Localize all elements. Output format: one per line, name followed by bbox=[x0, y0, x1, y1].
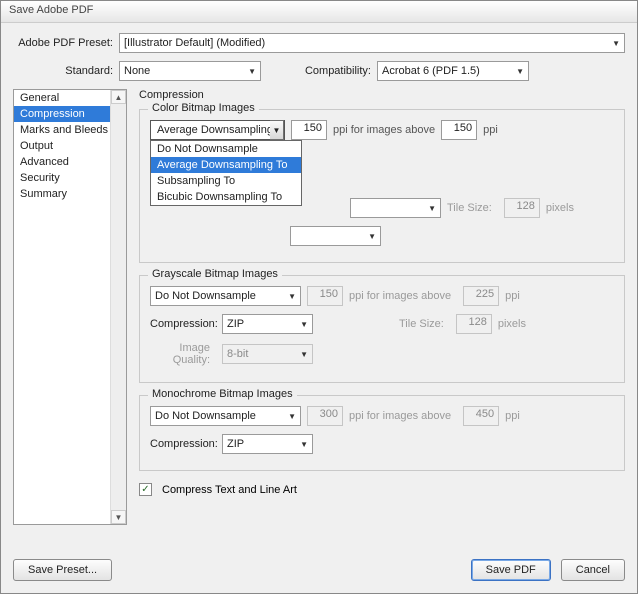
label: ppi for images above bbox=[333, 124, 435, 136]
color-compression-select[interactable]: ▼ bbox=[350, 198, 441, 218]
compression-label: Compression: bbox=[150, 438, 210, 450]
tile-label: Tile Size: bbox=[399, 318, 444, 330]
mono-bitmap-group: Monochrome Bitmap Images Do Not Downsamp… bbox=[139, 395, 625, 471]
label: ppi bbox=[505, 410, 520, 422]
gray-bitmap-group: Grayscale Bitmap Images Do Not Downsampl… bbox=[139, 275, 625, 383]
chevron-down-icon: ▼ bbox=[428, 204, 436, 213]
section-title: Compression bbox=[139, 89, 625, 101]
save-pdf-button[interactable]: Save PDF bbox=[471, 559, 551, 581]
label: ppi for images above bbox=[349, 290, 451, 302]
tile-label: Tile Size: bbox=[447, 202, 492, 214]
label: pixels bbox=[498, 318, 526, 330]
color-dpi-input[interactable]: 150 bbox=[291, 120, 327, 140]
gray-above-input: 225 bbox=[463, 286, 499, 306]
standard-select[interactable]: None▼ bbox=[119, 61, 261, 81]
compress-text-label: Compress Text and Line Art bbox=[162, 484, 297, 496]
cancel-button[interactable]: Cancel bbox=[561, 559, 625, 581]
color-quality-select[interactable]: ▼ bbox=[290, 226, 381, 246]
category-list[interactable]: General Compression Marks and Bleeds Out… bbox=[13, 89, 127, 525]
color-tile-input: 128 bbox=[504, 198, 540, 218]
gray-compression-select[interactable]: ZIP▼ bbox=[222, 314, 313, 334]
chevron-down-icon: ▼ bbox=[300, 350, 308, 359]
gray-quality-select: 8-bit▼ bbox=[222, 344, 313, 364]
titlebar: Save Adobe PDF bbox=[1, 1, 637, 23]
legend: Monochrome Bitmap Images bbox=[148, 388, 297, 400]
color-bitmap-group: Color Bitmap Images Average Downsampling… bbox=[139, 109, 625, 263]
dropdown-option[interactable]: Bicubic Downsampling To bbox=[151, 189, 301, 205]
window-title: Save Adobe PDF bbox=[9, 4, 93, 16]
compat-label: Compatibility: bbox=[281, 65, 371, 77]
checkbox-icon[interactable]: ✓ bbox=[139, 483, 152, 496]
chevron-down-icon: ▼ bbox=[368, 232, 376, 241]
scroll-down-icon[interactable]: ▼ bbox=[111, 510, 126, 524]
mono-compression-select[interactable]: ZIP▼ bbox=[222, 434, 313, 454]
chevron-down-icon: ▼ bbox=[270, 120, 284, 140]
gray-downsample-select[interactable]: Do Not Downsample▼ bbox=[150, 286, 301, 306]
chevron-down-icon: ▼ bbox=[288, 292, 296, 301]
gray-tile-input: 128 bbox=[456, 314, 492, 334]
chevron-down-icon: ▼ bbox=[516, 67, 524, 76]
preset-select[interactable]: [Illustrator Default] (Modified)▼ bbox=[119, 33, 625, 53]
save-preset-button[interactable]: Save Preset... bbox=[13, 559, 112, 581]
legend: Color Bitmap Images bbox=[148, 102, 259, 114]
scrollbar[interactable]: ▲▼ bbox=[110, 90, 126, 524]
dropdown-option[interactable]: Subsampling To bbox=[151, 173, 301, 189]
mono-downsample-select[interactable]: Do Not Downsample▼ bbox=[150, 406, 301, 426]
standard-label: Standard: bbox=[13, 65, 113, 77]
chevron-down-icon: ▼ bbox=[300, 440, 308, 449]
label: ppi for images above bbox=[349, 410, 451, 422]
compat-select[interactable]: Acrobat 6 (PDF 1.5)▼ bbox=[377, 61, 529, 81]
label: ppi bbox=[505, 290, 520, 302]
gray-dpi-input: 150 bbox=[307, 286, 343, 306]
chevron-down-icon: ▼ bbox=[300, 320, 308, 329]
label: ppi bbox=[483, 124, 498, 136]
dropdown-option[interactable]: Average Downsampling To bbox=[151, 157, 301, 173]
chevron-down-icon: ▼ bbox=[288, 412, 296, 421]
label: pixels bbox=[546, 202, 574, 214]
color-downsample-select[interactable]: Average Downsampling To ▼ Do Not Downsam… bbox=[150, 120, 285, 140]
chevron-down-icon: ▼ bbox=[612, 39, 620, 48]
quality-label: Image Quality: bbox=[150, 342, 210, 366]
compression-label: Compression: bbox=[150, 318, 210, 330]
chevron-down-icon: ▼ bbox=[248, 67, 256, 76]
mono-dpi-input: 300 bbox=[307, 406, 343, 426]
color-above-input[interactable]: 150 bbox=[441, 120, 477, 140]
preset-label: Adobe PDF Preset: bbox=[13, 37, 113, 49]
legend: Grayscale Bitmap Images bbox=[148, 268, 282, 280]
scroll-up-icon[interactable]: ▲ bbox=[111, 90, 126, 104]
save-pdf-dialog: Save Adobe PDF Adobe PDF Preset: [Illust… bbox=[0, 0, 638, 594]
dropdown-menu: Do Not Downsample Average Downsampling T… bbox=[150, 140, 302, 206]
mono-above-input: 450 bbox=[463, 406, 499, 426]
dropdown-option[interactable]: Do Not Downsample bbox=[151, 141, 301, 157]
compress-text-row[interactable]: ✓ Compress Text and Line Art bbox=[139, 483, 625, 496]
